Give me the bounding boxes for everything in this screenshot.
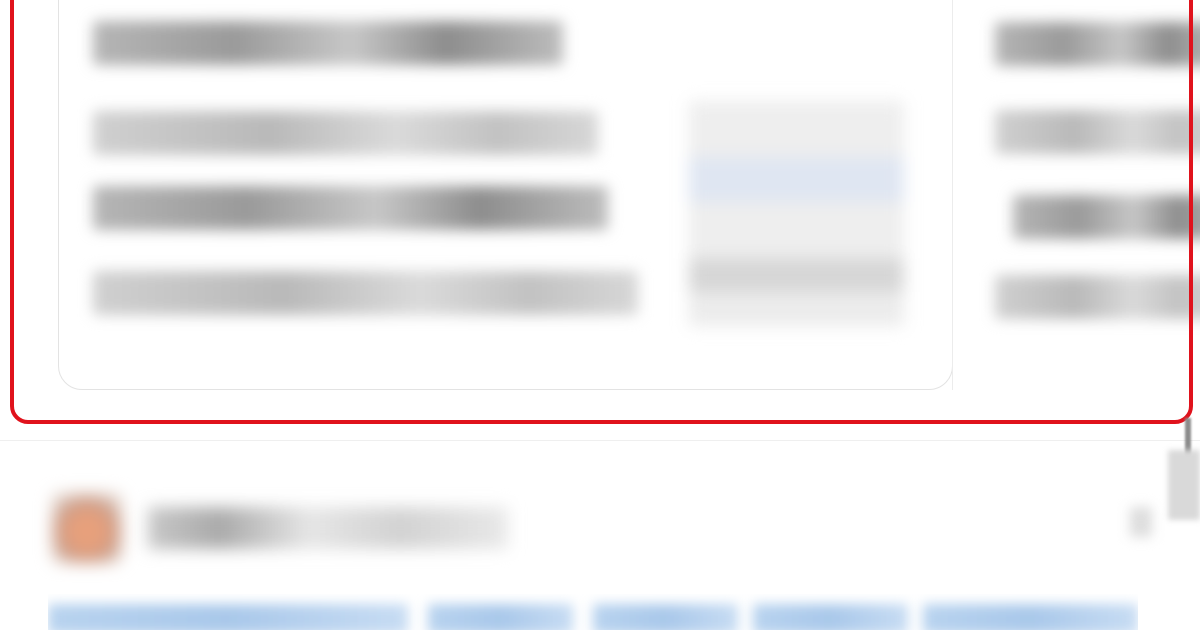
link-segment-2[interactable] bbox=[428, 604, 573, 630]
post-link-row bbox=[48, 594, 1138, 630]
highlight-annotation bbox=[10, 0, 1193, 424]
link-segment-1[interactable] bbox=[48, 604, 408, 630]
post-header bbox=[48, 485, 1152, 575]
avatar[interactable] bbox=[52, 493, 122, 563]
scrollbar-thumb[interactable] bbox=[1168, 450, 1200, 520]
link-segment-3[interactable] bbox=[593, 604, 738, 630]
screenshot-frame bbox=[0, 0, 1200, 630]
author-name-blur[interactable] bbox=[148, 507, 508, 549]
scrollbar[interactable] bbox=[1168, 0, 1200, 630]
link-segment-5[interactable] bbox=[923, 604, 1138, 630]
link-segment-4[interactable] bbox=[753, 604, 908, 630]
section-divider bbox=[0, 440, 1200, 441]
more-options-icon[interactable] bbox=[1130, 507, 1152, 537]
